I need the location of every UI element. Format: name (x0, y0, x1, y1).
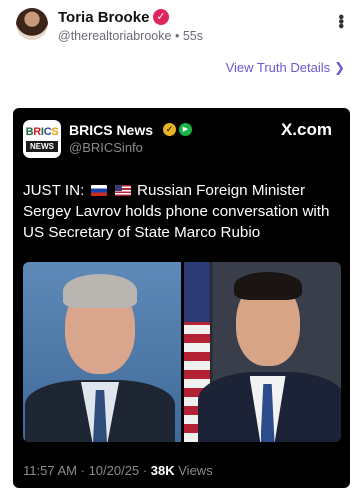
green-play-icon: ▶ (179, 123, 192, 136)
brics-logo-news: NEWS (26, 141, 58, 152)
embed-tweet-meta: 11:57 AM · 10/20/25 · 38K Views (23, 463, 213, 478)
embed-photos (23, 262, 341, 442)
usa-flag-icon (114, 185, 131, 196)
embed-account-handle: @BRICSinfo (69, 140, 143, 155)
post-header: Toria Brooke ✓ @therealtoriabrooke • 55s… (16, 6, 349, 46)
chevron-right-icon: ❯ (334, 60, 345, 75)
embed-account-name: BRICS News (69, 122, 154, 138)
more-dots-icon[interactable]: ••• (331, 14, 349, 28)
brics-logo-letters: BRICS (25, 126, 59, 138)
view-truth-details-link[interactable]: View Truth Details ❯ (226, 60, 345, 76)
views-count: 38K (150, 463, 175, 478)
separator-dot: • (174, 29, 180, 43)
text-lead: JUST IN: (23, 182, 85, 199)
embed-tweet-text: JUST IN: Russian Foreign Minister Sergey… (23, 180, 341, 243)
gold-verified-icon: ✓ (163, 123, 176, 136)
verified-check-icon: ✓ (153, 9, 169, 25)
russia-flag-icon (90, 185, 107, 196)
tweet-date: 10/20/25 (88, 463, 140, 478)
tweet-time: 11:57 AM (23, 463, 77, 478)
rubio-photo (183, 262, 341, 442)
view-details-label: View Truth Details (225, 60, 331, 75)
user-handle[interactable]: @therealtoriabrooke (58, 29, 171, 43)
post-time: 55s (182, 29, 203, 43)
views-label: Views (178, 463, 213, 478)
display-name[interactable]: Toria Brooke (58, 9, 149, 26)
x-com-logo: X.com (280, 120, 332, 139)
brics-news-logo: BRICS NEWS (23, 120, 61, 158)
avatar[interactable] (16, 8, 48, 40)
handle-line: @therealtoriabrooke • 55s (58, 29, 203, 43)
lavrov-photo (23, 262, 181, 442)
embedded-tweet-image[interactable]: BRICS NEWS BRICS News ✓ ▶ @BRICSinfo X.c… (13, 108, 350, 488)
